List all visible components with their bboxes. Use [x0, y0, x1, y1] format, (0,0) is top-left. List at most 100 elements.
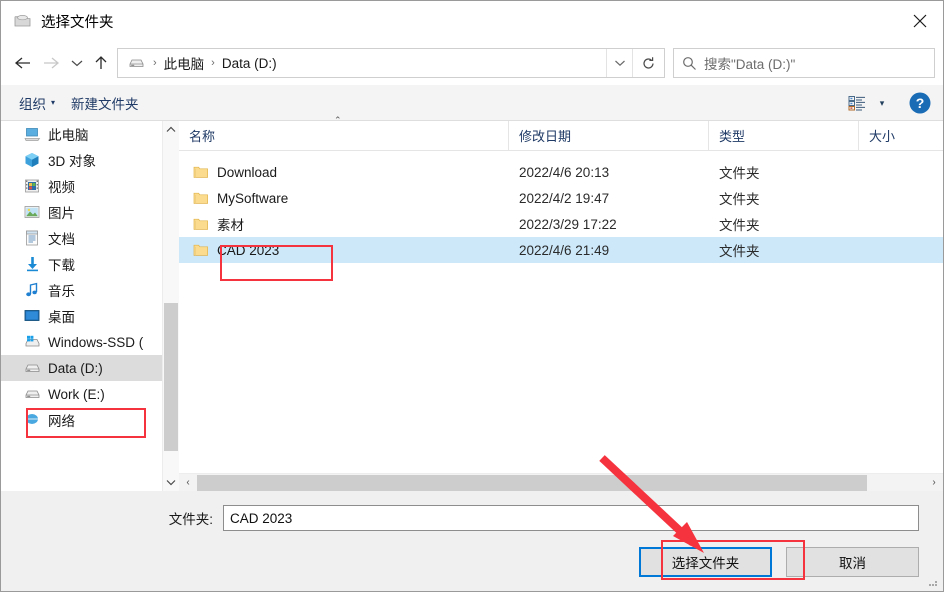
folder-icon [193, 165, 209, 179]
scroll-down-icon[interactable] [163, 474, 179, 491]
scrollbar-thumb[interactable] [197, 474, 867, 491]
sidebar-item-label: 音乐 [48, 284, 75, 299]
breadcrumb-item-computer[interactable]: 此电脑 [164, 53, 205, 73]
folder-label: 文件夹: [168, 512, 213, 527]
toolbar-right-group: ▾ ? [847, 85, 933, 121]
table-row[interactable]: CAD 2023 2022/4/6 21:49 文件夹 [179, 237, 943, 263]
sidebar-item-2[interactable]: 视频 [1, 173, 179, 199]
scrollbar-track[interactable] [197, 474, 925, 492]
scroll-left-icon[interactable]: ‹ [179, 477, 197, 488]
column-header-name[interactable]: ⌃ 名称 [179, 115, 509, 150]
svg-text:?: ? [916, 95, 925, 111]
folder-icon [13, 11, 33, 31]
windows-drive-icon [23, 333, 41, 351]
column-headers: ⌃ 名称 修改日期 类型 大小 [179, 115, 943, 151]
column-header-date-label: 修改日期 [519, 129, 572, 144]
sidebar-item-5[interactable]: 下载 [1, 251, 179, 277]
search-input[interactable]: 搜索"Data (D:)" [704, 53, 795, 73]
resize-grip[interactable] [927, 576, 939, 588]
folder-field-row: 文件夹: CAD 2023 [1, 491, 943, 531]
folder-icon [193, 191, 209, 205]
table-row[interactable]: 素材 2022/3/29 17:22 文件夹 [179, 211, 943, 237]
breadcrumb[interactable]: › 此电脑 › Data (D:) [118, 53, 606, 73]
scrollbar-thumb[interactable] [164, 303, 178, 451]
footer-buttons: 选择文件夹 取消 [639, 547, 919, 577]
file-name-label: 素材 [217, 218, 244, 233]
sidebar-item-11[interactable]: 网络 [1, 407, 179, 433]
cell-date: 2022/4/6 21:49 [519, 242, 610, 258]
cell-type: 文件夹 [719, 166, 760, 181]
sidebar-item-0[interactable]: 此电脑 [1, 121, 179, 147]
sidebar-items: 此电脑 3D 对象 视频 图片文档下载音乐桌面 Windows-SSD ( Data (D… [1, 121, 179, 433]
sidebar-item-6[interactable]: 音乐 [1, 277, 179, 303]
drive-icon [126, 55, 146, 71]
chevron-down-icon[interactable] [606, 49, 632, 77]
organize-button[interactable]: 组织 ▾ [11, 89, 63, 117]
downloads-icon [23, 255, 41, 273]
cell-date: 2022/4/6 20:13 [519, 164, 610, 180]
3d-objects-icon [23, 151, 41, 169]
recent-locations-icon[interactable] [65, 48, 89, 78]
sidebar-item-label: 网络 [48, 414, 75, 429]
breadcrumb-separator: › [211, 57, 215, 69]
new-folder-button[interactable]: 新建文件夹 [63, 89, 147, 117]
table-row[interactable]: Download 2022/4/6 20:13 文件夹 [179, 159, 943, 185]
cell-type: 文件夹 [719, 244, 760, 259]
list-view-icon[interactable] [847, 93, 869, 113]
sidebar-item-label: 文档 [48, 232, 75, 247]
sidebar-item-7[interactable]: 桌面 [1, 303, 179, 329]
back-icon[interactable] [9, 48, 37, 78]
folder-input[interactable]: CAD 2023 [223, 505, 919, 531]
navigation-pane: 此电脑 3D 对象 视频 图片文档下载音乐桌面 Windows-SSD ( Data (D… [1, 121, 179, 491]
sidebar-scrollbar[interactable] [162, 121, 179, 491]
cell-type: 文件夹 [719, 192, 760, 207]
organize-label: 组织 [19, 96, 46, 112]
file-name-label: CAD 2023 [217, 242, 280, 258]
cell-name: MySoftware [179, 191, 509, 206]
sidebar-item-3[interactable]: 图片 [1, 199, 179, 225]
file-list-pane: ⌃ 名称 修改日期 类型 大小 Download 2022/4/6 20:13 文件… [179, 115, 943, 491]
column-header-size[interactable]: 大小 [859, 121, 943, 150]
refresh-icon[interactable] [632, 49, 664, 77]
folder-icon [193, 217, 209, 231]
cell-date: 2022/3/29 17:22 [519, 216, 617, 232]
sidebar-item-8[interactable]: Windows-SSD ( [1, 329, 179, 355]
close-icon[interactable] [897, 1, 943, 41]
command-toolbar: 组织 ▾ 新建文件夹 ▾ ? [1, 85, 943, 121]
help-icon[interactable]: ? [907, 90, 933, 116]
cancel-button[interactable]: 取消 [786, 547, 919, 577]
cell-name: 素材 [179, 214, 509, 234]
sidebar-item-10[interactable]: Work (E:) [1, 381, 179, 407]
up-icon[interactable] [89, 48, 113, 78]
videos-icon [23, 177, 41, 195]
breadcrumb-item-data-drive[interactable]: Data (D:) [222, 56, 277, 71]
chevron-down-icon[interactable]: ▾ [873, 98, 891, 109]
table-row[interactable]: MySoftware 2022/4/2 19:47 文件夹 [179, 185, 943, 211]
column-header-type[interactable]: 类型 [709, 121, 859, 150]
new-folder-label: 新建文件夹 [71, 96, 139, 112]
search-box[interactable]: 搜索"Data (D:)" [673, 48, 935, 78]
sidebar-item-label: 此电脑 [48, 128, 89, 143]
file-name-label: MySoftware [217, 190, 289, 206]
column-header-date[interactable]: 修改日期 [509, 121, 709, 150]
network-icon [23, 411, 41, 429]
window-title: 选择文件夹 [41, 14, 114, 31]
sidebar-item-label: Windows-SSD ( [48, 334, 144, 350]
breadcrumb-separator: › [153, 57, 157, 69]
sidebar-item-label: Work (E:) [48, 386, 105, 402]
navigation-bar: › 此电脑 › Data (D:) 搜索"Data (D:)" [1, 41, 943, 85]
scroll-right-icon[interactable]: › [925, 477, 943, 488]
drive-icon [23, 359, 41, 377]
sidebar-item-4[interactable]: 文档 [1, 225, 179, 251]
select-folder-button[interactable]: 选择文件夹 [639, 547, 772, 577]
sidebar-item-1[interactable]: 3D 对象 [1, 147, 179, 173]
sidebar-item-label: 桌面 [48, 310, 75, 325]
sort-ascending-icon: ⌃ [334, 115, 342, 125]
scroll-up-icon[interactable] [163, 121, 179, 138]
horizontal-scrollbar[interactable]: ‹ › [179, 473, 943, 491]
sidebar-item-9[interactable]: Data (D:) [1, 355, 179, 381]
file-name-label: Download [217, 164, 278, 180]
sidebar-item-label: 下载 [48, 258, 75, 273]
file-rows: Download 2022/4/6 20:13 文件夹 MySoftware 2022/… [179, 151, 943, 473]
address-bar[interactable]: › 此电脑 › Data (D:) [117, 48, 665, 78]
